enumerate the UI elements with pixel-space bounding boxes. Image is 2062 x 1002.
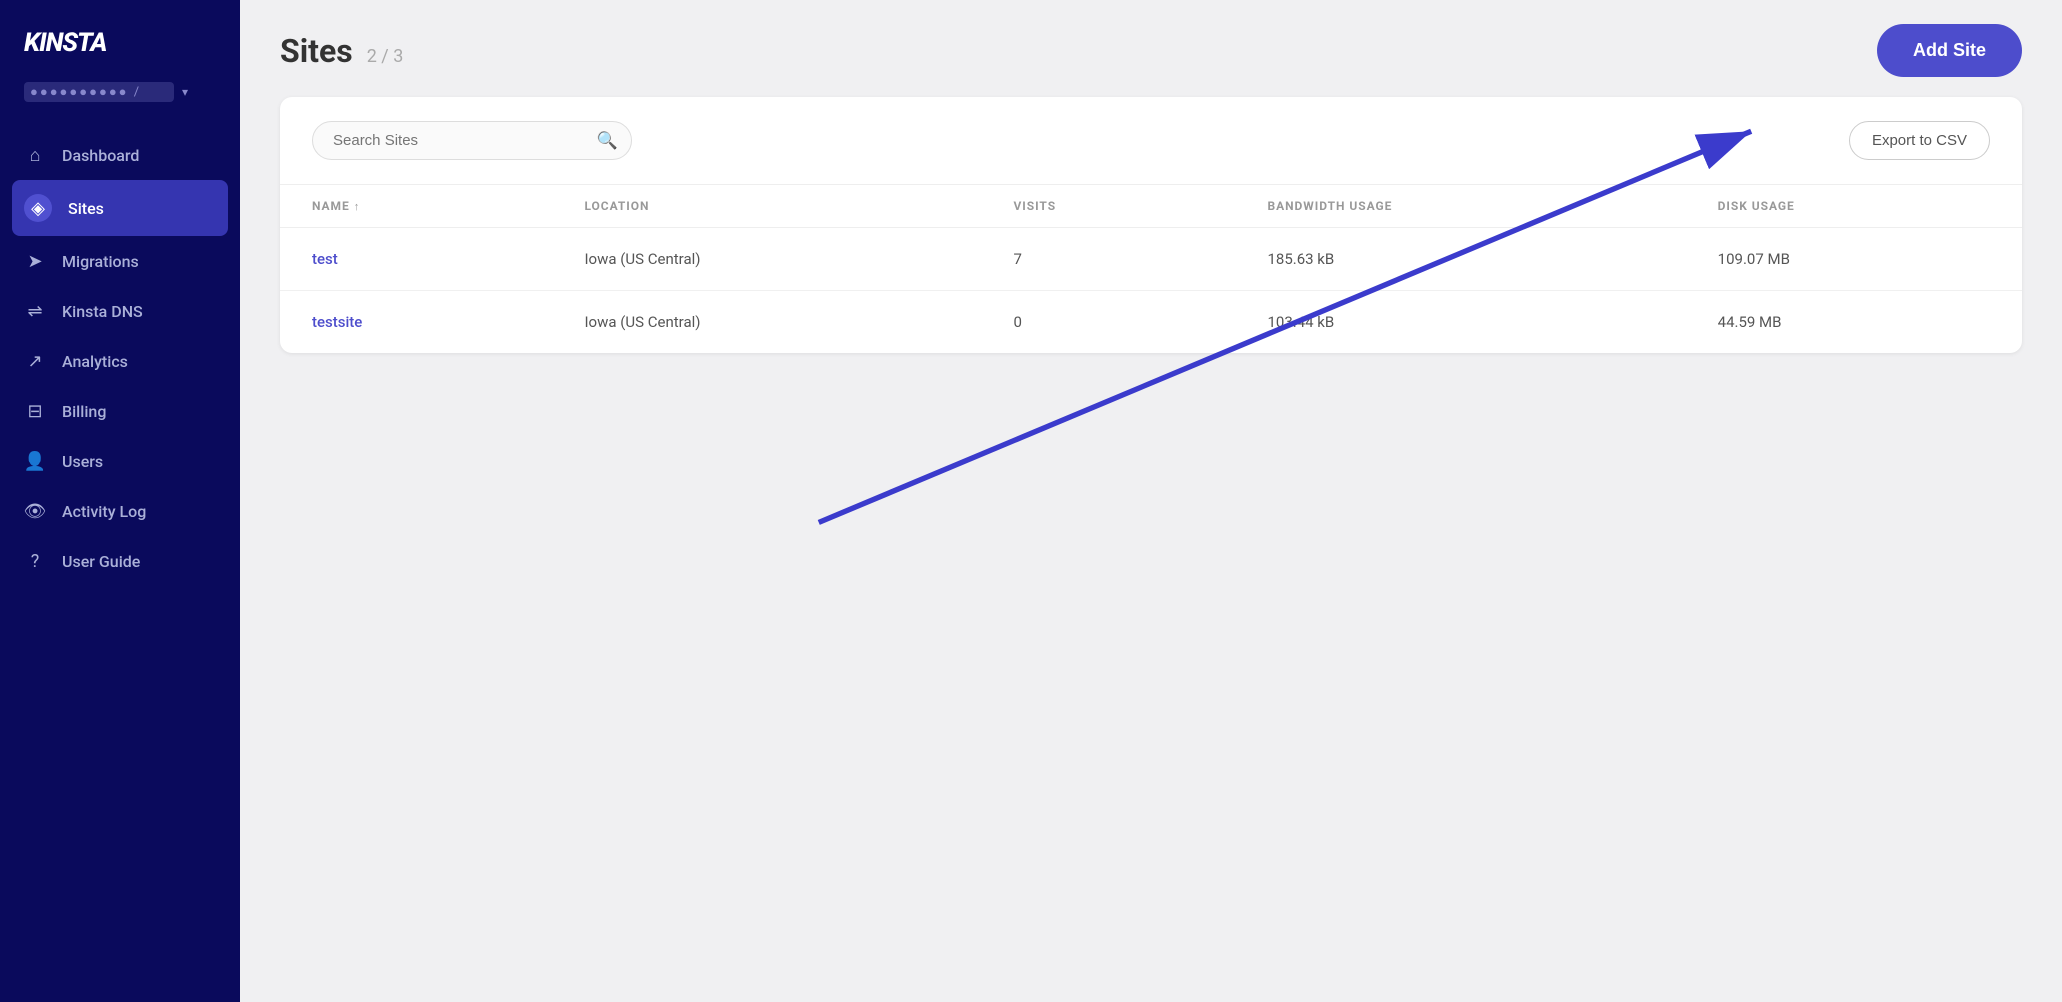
sidebar-item-label-user-guide: User Guide: [62, 552, 140, 571]
site-name-cell: test: [280, 228, 552, 291]
site-location-cell: Iowa (US Central): [552, 291, 981, 354]
sidebar-item-label-dashboard: Dashboard: [62, 146, 139, 165]
sidebar-item-label-kinsta-dns: Kinsta DNS: [62, 302, 143, 321]
site-count: 2 / 3: [367, 46, 404, 67]
export-csv-button[interactable]: Export to CSV: [1849, 121, 1990, 160]
sidebar-item-dashboard[interactable]: ⌂ Dashboard: [0, 130, 240, 180]
migrations-icon: ➤: [24, 250, 46, 272]
sites-table: NAME↑LOCATIONVISITSBANDWIDTH USAGEDISK U…: [280, 185, 2022, 353]
header-left: Sites 2 / 3: [280, 32, 403, 70]
kinsta-dns-icon: ⇌: [24, 300, 46, 322]
activity-log-icon: 👁: [24, 500, 46, 522]
sidebar-item-label-billing: Billing: [62, 402, 106, 421]
sidebar-item-label-activity-log: Activity Log: [62, 502, 146, 521]
col-header-visits: VISITS: [981, 185, 1235, 228]
sidebar-nav: ⌂ Dashboard ◈ Sites ➤ Migrations ⇌ Kinsta DNS ↗ A…: [0, 122, 240, 1002]
user-guide-icon: ?: [24, 550, 46, 572]
sidebar: KINSTA ●●●●●●●●●● / ▾ ⌂ Dashboard ◈ Sites ➤ M…: [0, 0, 240, 1002]
analytics-icon: ↗: [24, 350, 46, 372]
sort-asc-icon: ↑: [354, 200, 360, 213]
site-bandwidth_usage-cell: 103.44 kB: [1235, 291, 1685, 354]
col-header-disk_usage: DISK USAGE: [1686, 185, 2022, 228]
chevron-down-icon: ▾: [182, 85, 188, 99]
sidebar-item-users[interactable]: 👤 Users: [0, 436, 240, 486]
dashboard-icon: ⌂: [24, 144, 46, 166]
site-name-cell: testsite: [280, 291, 552, 354]
sidebar-item-kinsta-dns[interactable]: ⇌ Kinsta DNS: [0, 286, 240, 336]
sidebar-item-migrations[interactable]: ➤ Migrations: [0, 236, 240, 286]
site-visits-cell: 7: [981, 228, 1235, 291]
col-header-location: LOCATION: [552, 185, 981, 228]
logo-text: KINSTA: [24, 28, 106, 58]
sidebar-item-label-users: Users: [62, 452, 103, 471]
site-disk_usage-cell: 109.07 MB: [1686, 228, 2022, 291]
page-title: Sites: [280, 32, 353, 70]
sidebar-item-billing[interactable]: ⊟ Billing: [0, 386, 240, 436]
sidebar-item-label-migrations: Migrations: [62, 252, 139, 271]
billing-icon: ⊟: [24, 400, 46, 422]
col-header-name[interactable]: NAME↑: [280, 185, 552, 228]
sidebar-item-user-guide[interactable]: ? User Guide: [0, 536, 240, 586]
site-disk_usage-cell: 44.59 MB: [1686, 291, 2022, 354]
sites-card-header: 🔍 Export to CSV: [280, 97, 2022, 185]
sites-card: 🔍 Export to CSV NAME↑LOCATIONVISITSBANDW…: [280, 97, 2022, 353]
sidebar-item-activity-log[interactable]: 👁 Activity Log: [0, 486, 240, 536]
table-row: testsite Iowa (US Central)0103.44 kB44.59…: [280, 291, 2022, 354]
search-container: 🔍: [312, 121, 632, 160]
main-header: Sites 2 / 3 Add Site: [240, 0, 2062, 97]
search-input[interactable]: [312, 121, 632, 160]
sidebar-item-label-analytics: Analytics: [62, 352, 128, 371]
sidebar-item-analytics[interactable]: ↗ Analytics: [0, 336, 240, 386]
site-visits-cell: 0: [981, 291, 1235, 354]
account-switcher[interactable]: ●●●●●●●●●● / ▾: [0, 74, 240, 122]
account-name: ●●●●●●●●●● /: [24, 82, 174, 102]
table-row: test Iowa (US Central)7185.63 kB109.07 MB: [280, 228, 2022, 291]
site-link[interactable]: testsite: [312, 313, 362, 331]
site-link[interactable]: test: [312, 250, 338, 268]
site-location-cell: Iowa (US Central): [552, 228, 981, 291]
sites-content: 🔍 Export to CSV NAME↑LOCATIONVISITSBANDW…: [240, 97, 2062, 393]
col-header-bandwidth_usage: BANDWIDTH USAGE: [1235, 185, 1685, 228]
sidebar-item-sites[interactable]: ◈ Sites: [12, 180, 228, 236]
search-button[interactable]: 🔍: [597, 131, 618, 151]
sites-icon: ◈: [24, 194, 52, 222]
sidebar-logo: KINSTA: [0, 0, 240, 74]
sidebar-item-label-sites: Sites: [68, 199, 104, 218]
add-site-button[interactable]: Add Site: [1877, 24, 2022, 77]
users-icon: 👤: [24, 450, 46, 472]
main-content: Sites 2 / 3 Add Site 🔍 Export to CSV NAM…: [240, 0, 2062, 1002]
site-bandwidth_usage-cell: 185.63 kB: [1235, 228, 1685, 291]
